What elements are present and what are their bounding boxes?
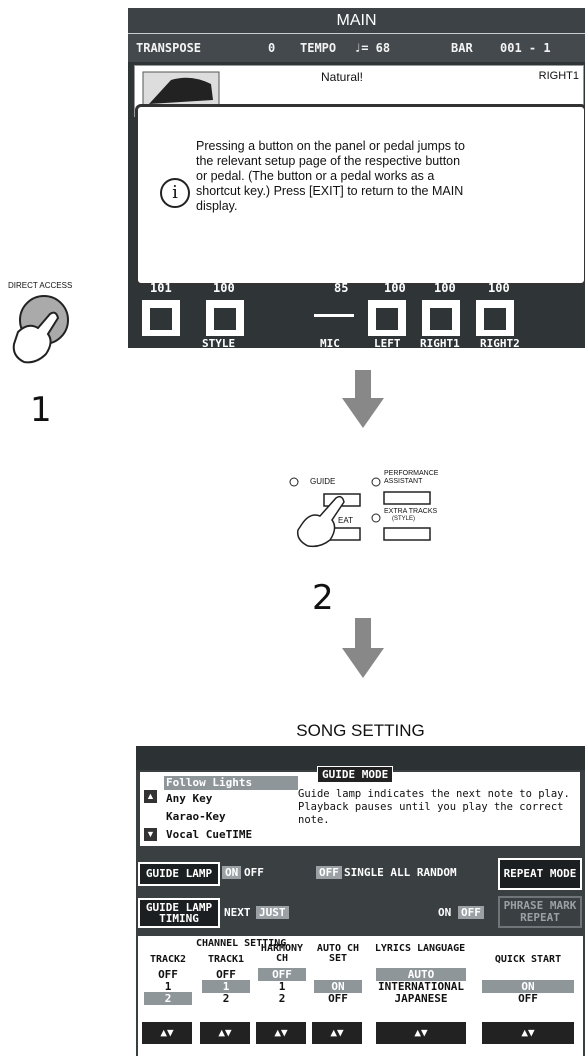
mode-option-selected[interactable]: Follow Lights [164,776,298,790]
scroll-up-icon[interactable]: ▲ [144,790,157,803]
bar-label: BAR [451,41,473,55]
mode-option[interactable]: Karao-Key [166,810,226,823]
step-number: 2 [312,578,334,618]
track1-2[interactable]: 2 [198,992,254,1005]
guide-lamp-off: OFF [244,866,264,879]
harmony-2[interactable]: 2 [254,992,310,1005]
mixer-value: 100 [384,281,406,295]
direct-access-dialog: i Pressing a button on the panel or peda… [135,104,585,286]
quick-start-off[interactable]: OFF [476,992,580,1005]
main-title: MAIN [128,8,585,34]
mixer-label: STYLE [202,337,236,350]
mixer-label: LEFT [374,337,401,350]
guide-label: GUIDE [310,477,336,486]
mixer-label: MIC [320,337,340,350]
mode-option[interactable]: Vocal CueTIME [166,828,252,841]
col-auto-ch-set: AUTO CH SET [316,943,360,964]
status-strip: TRANSPOSE 0 TEMPO ♩= 68 BAR 001 - 1 [128,34,585,62]
song-setting-title: SONG SETTING [136,716,585,746]
song-setting-display: SONG SETTING ▲ ▼ Follow Lights Any Key K… [136,716,585,1056]
repeat-options: SINGLE ALL RANDOM [344,866,457,879]
track1-updown-button[interactable]: ▲▼ [200,1022,250,1044]
quick-start-updown-button[interactable]: ▲▼ [482,1022,574,1044]
guide-mode-tab: GUIDE MODE [317,766,394,783]
harmony-updown-button[interactable]: ▲▼ [256,1022,306,1044]
col-track2: TRACK2 [149,954,187,965]
mixer-values: 101 100 85 100 100 100 [128,281,585,299]
extra-tracks-sub: (STYLE) [392,516,416,522]
mic-fader[interactable] [314,314,354,317]
col-lyrics-language: LYRICS LANGUAGE [374,943,466,954]
mixer-label: RIGHT2 [480,337,520,350]
mixer-slot[interactable] [142,300,180,336]
col-quick-start: QUICK START [494,954,562,965]
mixer-value: 101 [150,281,172,295]
arrow-down-icon [342,618,384,678]
timing-just: JUST [256,906,289,919]
col-track1: TRACK1 [207,954,245,965]
mixer-value: 100 [434,281,456,295]
phrase-off: OFF [458,906,484,919]
lyrics-updown-button[interactable]: ▲▼ [376,1022,466,1044]
mixer-slot[interactable] [476,300,514,336]
mixer-slot[interactable] [422,300,460,336]
repeat-mode-button[interactable]: REPEAT MODE [498,858,582,890]
tempo-value[interactable]: ♩= 68 [354,34,390,62]
phrase-mark-repeat-button[interactable]: PHRASE MARK REPEAT [498,896,582,928]
col-harmony-ch: HARMONY CH [260,943,304,964]
guide-panel: GUIDE PERFORMANCE ASSISTANT EAT EXTRA TR… [280,468,480,618]
auto-ch-off[interactable]: OFF [310,992,366,1005]
step-number: 1 [30,390,52,430]
bar-value[interactable]: 001 - 1 [500,34,551,62]
main-display: MAIN TRANSPOSE 0 TEMPO ♩= 68 BAR 001 - 1… [128,8,585,350]
guide-lamp-on: ON [222,866,242,879]
mixer-slot[interactable] [206,300,244,336]
mode-option[interactable]: Any Key [166,792,212,805]
transpose-value[interactable]: 0 [268,34,275,62]
direct-access-label: DIRECT ACCESS [8,281,73,290]
track2-2[interactable]: 2 [144,992,192,1005]
voice-part: RIGHT1 [538,70,579,82]
extra-tracks-label: EXTRA TRACKS [384,508,438,515]
repeat-off: OFF [316,866,342,879]
guide-lamp-timing-button[interactable]: GUIDE LAMP TIMING [138,898,220,928]
scroll-down-icon[interactable]: ▼ [144,828,157,841]
voice-name: Natural! [321,70,364,84]
timing-next: NEXT [224,906,251,919]
direct-access-button[interactable] [8,292,78,392]
mixer-value: 100 [213,281,235,295]
lyrics-japanese[interactable]: JAPANESE [372,992,470,1005]
guide-lamp-button[interactable]: GUIDE LAMP [138,862,220,886]
repeat-label: EAT [338,516,353,525]
guide-mode-description: Guide lamp indicates the next note to pl… [298,788,570,826]
tempo-label: TEMPO [300,41,337,55]
auto-ch-updown-button[interactable]: ▲▼ [312,1022,362,1044]
mixer-value: 85 [334,281,349,295]
performance-assistant-label: PERFORMANCE ASSISTANT [384,470,439,485]
arrow-down-icon [342,370,384,428]
mixer-value: 100 [488,281,510,295]
mixer-slot[interactable] [368,300,406,336]
dialog-message: Pressing a button on the panel or pedal … [196,139,465,213]
transpose-label: TRANSPOSE [136,41,202,55]
track2-updown-button[interactable]: ▲▼ [142,1022,192,1044]
mixer-label: RIGHT1 [420,337,460,350]
info-icon: i [160,178,190,208]
phrase-on: ON [438,906,452,919]
